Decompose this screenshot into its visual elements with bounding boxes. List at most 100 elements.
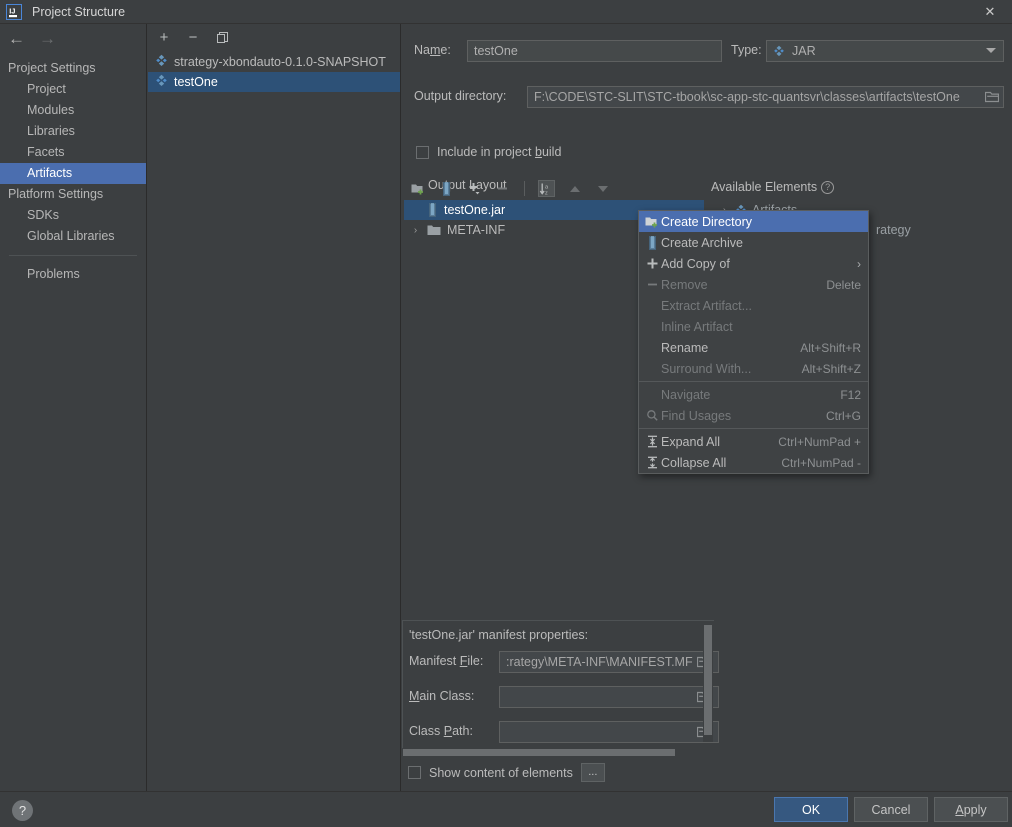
menu-item-accelerator: Ctrl+NumPad - — [781, 455, 861, 470]
back-arrow-icon[interactable]: ← — [8, 30, 25, 47]
copy-artifact-button[interactable] — [214, 29, 230, 45]
folder-icon — [427, 224, 441, 236]
manifest-vertical-scrollbar[interactable] — [703, 622, 713, 742]
menu-item-accelerator: Delete — [826, 277, 861, 292]
name-input[interactable]: testOne — [467, 40, 722, 62]
chevron-down-icon — [986, 48, 996, 53]
collapse-all-icon — [644, 456, 661, 469]
sidebar-item-modules[interactable]: Modules — [0, 100, 146, 121]
settings-sidebar: ← → Project Settings Project Modules Lib… — [0, 24, 147, 791]
menu-item-accelerator: F12 — [840, 387, 861, 402]
svg-text:z: z — [545, 190, 548, 195]
type-dropdown[interactable]: JAR — [766, 40, 1004, 62]
expand-all-icon — [644, 435, 661, 448]
menu-item-expand-all[interactable]: Expand All Ctrl+NumPad + — [639, 431, 868, 452]
main-class-input[interactable] — [499, 686, 719, 708]
sidebar-group-platform-settings: Platform Settings — [8, 187, 104, 201]
plus-icon — [644, 257, 661, 270]
menu-item-rename[interactable]: Rename Alt+Shift+R — [639, 337, 868, 358]
menu-item-label: Navigate — [661, 387, 711, 402]
menu-item-inline-artifact[interactable]: Inline Artifact — [639, 316, 868, 337]
tree-row-label: testOne.jar — [444, 203, 506, 217]
show-content-checkbox[interactable] — [408, 766, 421, 779]
menu-item-surround-with[interactable]: Surround With... Alt+Shift+Z — [639, 358, 868, 379]
menu-item-accelerator: Alt+Shift+Z — [801, 361, 861, 376]
move-up-button[interactable] — [566, 180, 583, 197]
menu-item-create-directory[interactable]: Create Directory — [639, 211, 868, 232]
toolbar-divider — [524, 181, 525, 196]
name-type-row: Name: testOne Type: JAR — [414, 40, 1004, 62]
apply-button[interactable]: Apply — [934, 797, 1008, 822]
artifact-row[interactable]: strategy-xbondauto-0.1.0-SNAPSHOT — [148, 52, 400, 72]
sidebar-item-artifacts[interactable]: Artifacts — [0, 163, 146, 184]
menu-item-extract-artifact[interactable]: Extract Artifact... — [639, 295, 868, 316]
sidebar-item-global-libraries[interactable]: Global Libraries — [0, 226, 146, 247]
output-directory-label: Output directory: — [414, 89, 507, 103]
sidebar-divider — [9, 255, 137, 256]
jar-icon — [773, 45, 785, 57]
ok-button[interactable]: OK — [774, 797, 848, 822]
menu-item-label: Rename — [661, 340, 709, 355]
remove-artifact-button[interactable]: − — [185, 29, 201, 45]
add-artifact-button[interactable]: + — [156, 29, 172, 45]
window-title: Project Structure — [32, 4, 126, 19]
show-content-more-button[interactable]: ... — [580, 763, 605, 782]
menu-item-add-copy-of[interactable]: Add Copy of › — [639, 253, 868, 274]
menu-item-collapse-all[interactable]: Collapse All Ctrl+NumPad - — [639, 452, 868, 473]
menu-item-accelerator: Ctrl+NumPad + — [778, 434, 861, 449]
sidebar-item-project[interactable]: Project — [0, 79, 146, 100]
create-directory-button[interactable] — [410, 180, 427, 197]
sidebar-item-sdks[interactable]: SDKs — [0, 205, 146, 226]
menu-item-accelerator: Alt+Shift+R — [800, 340, 861, 355]
manifest-horizontal-scrollbar[interactable] — [402, 748, 714, 757]
help-icon[interactable]: ? — [821, 180, 835, 194]
menu-divider — [639, 428, 868, 429]
class-path-row: Class Path: — [409, 721, 719, 743]
remove-element-button[interactable] — [494, 180, 511, 197]
type-label: Type: — [731, 43, 762, 57]
create-archive-button[interactable] — [438, 180, 455, 197]
class-path-input[interactable] — [499, 721, 719, 743]
manifest-file-label: Manifest File: — [409, 654, 484, 668]
sort-alphabetically-button[interactable]: a z — [538, 180, 555, 197]
manifest-file-row: Manifest File: :rategy\META-INF\MANIFEST… — [409, 651, 719, 673]
available-elements-title: Available Elements — [711, 180, 818, 194]
add-copy-of-button[interactable] — [466, 180, 483, 197]
jar-icon — [155, 54, 168, 70]
include-in-project-build-checkbox[interactable] — [416, 145, 429, 159]
scrollbar-thumb[interactable] — [403, 749, 675, 756]
tree-row-label: META-INF — [447, 223, 506, 237]
artifact-row[interactable]: testOne — [148, 72, 400, 92]
manifest-properties-title: 'testOne.jar' manifest properties: — [409, 628, 589, 642]
title-bar: IJ Project Structure ✕ — [0, 0, 1012, 24]
menu-item-navigate[interactable]: Navigate F12 — [639, 384, 868, 405]
menu-item-create-archive[interactable]: Create Archive — [639, 232, 868, 253]
menu-item-find-usages[interactable]: Find Usages Ctrl+G — [639, 405, 868, 426]
available-elements-header: Available Elements ? — [711, 180, 835, 194]
output-directory-input[interactable]: F:\CODE\STC-SLIT\STC-tbook\sc-app-stc-qu… — [527, 86, 1004, 108]
artifacts-list-panel: + − strategy-xbondauto-0.1.0-SNAPSHOT te… — [148, 24, 401, 791]
browse-folder-icon[interactable] — [984, 90, 1000, 103]
help-button[interactable]: ? — [12, 800, 33, 821]
scrollbar-thumb[interactable] — [704, 625, 712, 735]
forward-arrow-icon[interactable]: → — [39, 30, 56, 47]
tree-twisty-icon[interactable]: › — [410, 225, 421, 236]
svg-text:IJ: IJ — [9, 6, 15, 15]
menu-item-label: Collapse All — [661, 455, 727, 470]
include-in-project-build-row[interactable]: Include in project build — [416, 145, 561, 159]
menu-item-remove[interactable]: Remove Delete — [639, 274, 868, 295]
available-row-label: rategy — [876, 223, 911, 237]
move-down-button[interactable] — [594, 180, 611, 197]
artifacts-list: strategy-xbondauto-0.1.0-SNAPSHOT testOn… — [148, 52, 400, 92]
artifact-label: testOne — [174, 75, 218, 89]
cancel-button[interactable]: Cancel — [854, 797, 928, 822]
name-label: Name: — [414, 43, 451, 57]
close-icon[interactable]: ✕ — [968, 0, 1012, 24]
sidebar-item-libraries[interactable]: Libraries — [0, 121, 146, 142]
main-class-label: Main Class: — [409, 689, 475, 703]
sidebar-item-problems[interactable]: Problems — [0, 264, 146, 285]
manifest-file-input[interactable]: :rategy\META-INF\MANIFEST.MF — [499, 651, 719, 673]
sidebar-item-facets[interactable]: Facets — [0, 142, 146, 163]
search-icon — [644, 409, 661, 422]
output-directory-row: Output directory: F:\CODE\STC-SLIT\STC-t… — [414, 86, 1004, 108]
